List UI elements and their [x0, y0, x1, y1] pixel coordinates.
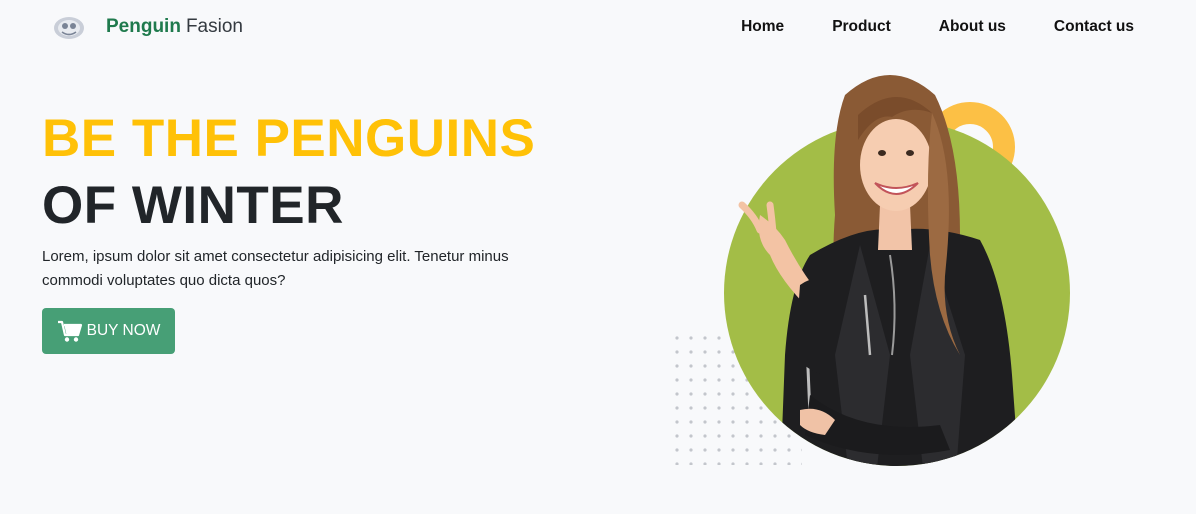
hero-illustration [670, 75, 1070, 466]
brand-name-strong: Penguin [106, 16, 181, 37]
hero-title-line2: OF WINTER [42, 176, 344, 235]
nav-contact-us[interactable]: Contact us [1054, 15, 1134, 39]
nav-about-us[interactable]: About us [939, 15, 1006, 39]
nav-links: Home Product About us Contact us [693, 15, 1134, 39]
woman-figure [738, 75, 1020, 466]
hero-title-line1: BE THE PENGUINS [42, 109, 536, 168]
cart-icon [57, 320, 82, 342]
buy-now-button[interactable]: BUY NOW [42, 308, 175, 354]
nav-product[interactable]: Product [832, 15, 891, 39]
brand-name: Penguin Fasion [106, 12, 243, 42]
nav-home[interactable]: Home [741, 15, 784, 39]
hero-description: Lorem, ipsum dolor sit amet consectetur … [42, 248, 509, 289]
buy-now-label: BUY NOW [86, 322, 161, 339]
brand-name-light: Fasion [185, 16, 243, 37]
penguin-logo-icon [54, 17, 84, 39]
hero-image [660, 55, 1090, 475]
brand[interactable]: Penguin Fasion [52, 12, 243, 42]
navbar: Penguin Fasion Home Product About us Cont… [0, 0, 1196, 54]
